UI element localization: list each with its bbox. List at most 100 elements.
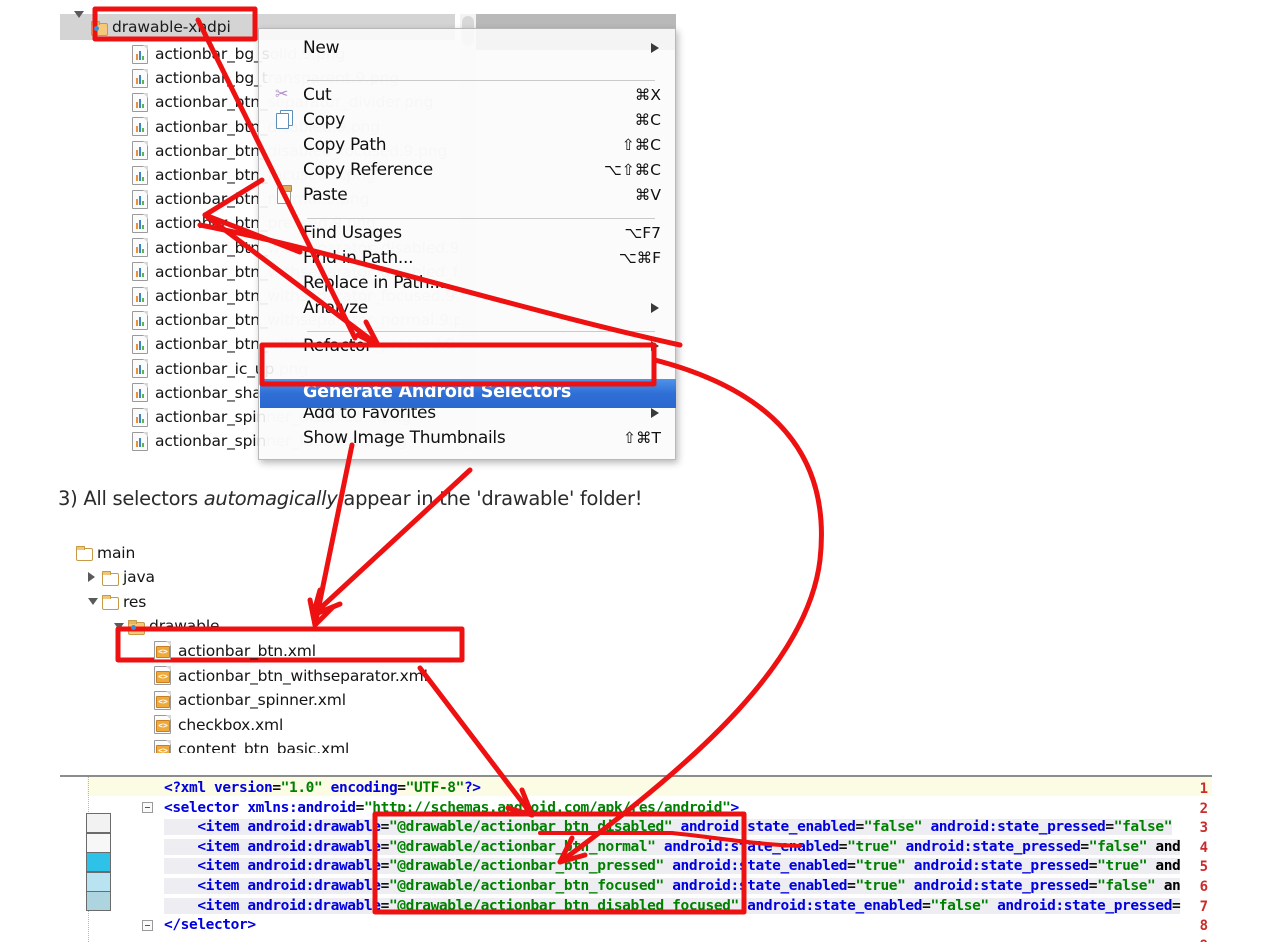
scissors-icon: ✂ <box>275 86 289 103</box>
menu-shortcut: ⌘C <box>634 110 661 129</box>
tree-row-xml-file[interactable]: <> actionbar_spinner.xml <box>140 688 346 713</box>
context-menu[interactable]: New ✂ Cut ⌘X Copy ⌘C Copy Path ⇧⌘C Copy Referenc… <box>258 28 676 460</box>
file-name-visible: actionbar_btn_ <box>155 238 268 257</box>
color-swatch[interactable] <box>86 852 111 873</box>
file-name-visible: actionbar_spin <box>155 432 267 451</box>
caption-emphasis: automagically <box>203 487 338 510</box>
caption-suffix: appear in the 'drawable' folder! <box>337 487 643 510</box>
menu-item-label: Cut <box>303 84 332 105</box>
image-file-icon <box>132 262 148 282</box>
menu-item-replace-in-path[interactable]: Replace in Path... <box>259 270 675 295</box>
file-name-visible: actionbar_btn_ <box>155 335 268 354</box>
menu-item-refactor[interactable]: Refactor <box>259 333 675 358</box>
line-number: 9 <box>1186 938 1208 942</box>
code-line[interactable]: <?xml version="1.0" encoding="UTF-8"?> <box>164 780 481 796</box>
menu-item-find-in-path[interactable]: Find in Path... ⌥⌘F <box>259 245 675 270</box>
paste-icon <box>275 185 294 204</box>
menu-separator <box>307 80 655 81</box>
tree-node-label: java <box>123 568 155 587</box>
menu-shortcut: ⌥⌘F <box>618 248 661 267</box>
menu-item-copy[interactable]: Copy ⌘C <box>259 107 675 132</box>
chevron-down-icon[interactable] <box>74 11 84 36</box>
menu-item-label: Refactor <box>303 335 372 356</box>
file-name-visible: actionbar_btn_ <box>155 214 268 233</box>
tree-row-folder[interactable]: res <box>88 589 146 614</box>
tree-node-label: main <box>97 543 136 562</box>
menu-item-label: Generate Android Selectors <box>303 382 572 402</box>
code-line[interactable]: </selector> <box>164 917 256 933</box>
project-tree-panel: main java res drawable <> actionbar_btn.xml <>… <box>0 528 1220 753</box>
file-name-visible: actionbar_btn_ <box>155 93 268 112</box>
menu-shortcut: ⌥⇧⌘C <box>603 160 661 179</box>
xml-file-icon: <> <box>154 641 171 661</box>
tree-row-xml-file[interactable]: <> actionbar_btn.xml <box>140 638 316 663</box>
code-line[interactable]: <selector xmlns:android="http://schemas.… <box>164 800 739 816</box>
image-file-icon <box>132 165 148 185</box>
file-name-visible: actionbar_ic_up <box>155 359 275 378</box>
chevron-down-icon[interactable] <box>114 622 128 630</box>
image-file-icon <box>132 92 148 112</box>
file-name-visible: actionbar_btn_ <box>155 190 268 209</box>
file-name-visible: actionbar_btn_ <box>155 262 268 281</box>
code-line[interactable]: <item android:drawable="@drawable/action… <box>164 858 1181 875</box>
line-number: 7 <box>1199 898 1208 915</box>
tree-row-xml-file[interactable]: <> content_btn_basic.xml <box>140 737 349 753</box>
menu-shortcut: ⇧⌘C <box>621 135 661 154</box>
menu-separator <box>307 218 655 219</box>
menu-item-copy-path[interactable]: Copy Path ⇧⌘C <box>259 132 675 157</box>
color-swatch[interactable] <box>86 871 111 892</box>
file-name-visible: actionbar_btn_ <box>155 166 268 184</box>
menu-item-label: Show Image Thumbnails <box>303 427 506 448</box>
image-file-icon <box>132 310 148 330</box>
line-number: 1 <box>1199 781 1208 797</box>
code-line[interactable]: <item android:drawable="@drawable/action… <box>164 878 1181 894</box>
chevron-down-icon[interactable] <box>88 598 102 606</box>
menu-item-label: Analyze <box>303 297 368 318</box>
menu-item-paste[interactable]: Paste ⌘V <box>259 182 675 207</box>
code-fold-toggle[interactable] <box>142 802 153 813</box>
chevron-right-icon[interactable] <box>88 572 102 583</box>
code-line[interactable]: <item android:drawable="@drawable/action… <box>164 819 1172 836</box>
tree-row-folder[interactable]: java <box>88 565 155 590</box>
menu-item-show-image-thumbnails[interactable]: Show Image Thumbnails ⇧⌘T <box>259 425 675 450</box>
tree-row-folder[interactable]: main <box>62 540 135 565</box>
color-swatch[interactable] <box>86 891 111 912</box>
menu-item-new[interactable]: New <box>259 35 675 60</box>
tree-row-xml-file[interactable]: <> actionbar_btn_withseparator.xml <box>140 663 428 688</box>
file-name-visible: actionbar_btn_ <box>155 117 268 136</box>
editor-gutter <box>60 777 87 942</box>
xml-file-icon: <> <box>154 715 171 735</box>
color-swatch[interactable] <box>86 832 111 853</box>
tree-node-label: actionbar_spinner.xml <box>178 691 346 710</box>
tree-row-folder[interactable]: drawable <box>114 614 220 639</box>
xml-file-icon: <> <box>154 690 171 710</box>
code-line[interactable]: <item android:drawable="@drawable/action… <box>164 838 1181 855</box>
line-number: 8 <box>1199 918 1208 935</box>
image-file-icon <box>132 238 148 258</box>
line-number: 6 <box>1199 879 1208 895</box>
menu-separator <box>307 331 655 332</box>
menu-item-label: Replace in Path... <box>303 272 445 293</box>
tree-node-label: checkbox.xml <box>178 715 284 734</box>
menu-item-cut[interactable]: ✂ Cut ⌘X <box>259 82 675 107</box>
image-file-icon <box>132 286 148 306</box>
line-number: 5 <box>1199 859 1208 876</box>
code-editor[interactable]: 1 2 3 4 5 6 7 8 9 <?xml version="1.0" encoding="… <box>60 775 1212 942</box>
menu-item-copy-reference[interactable]: Copy Reference ⌥⇧⌘C <box>259 157 675 182</box>
menu-item-find-usages[interactable]: Find Usages ⌥F7 <box>259 220 675 245</box>
image-file-icon <box>132 44 148 64</box>
menu-shortcut: ⌘X <box>634 85 661 104</box>
menu-item-generate-android-selectors[interactable]: Generate Android Selectors <box>260 379 676 408</box>
file-name-visible: actionbar_btn_ <box>155 311 268 330</box>
menu-item-label: Copy <box>303 109 345 130</box>
menu-shortcut: ⌥F7 <box>624 223 661 242</box>
screenshot-root: drawable-xhdpi actionbar_bg_solid.9.pnga… <box>0 0 1288 942</box>
menu-item-analyze[interactable]: Analyze <box>259 295 675 320</box>
color-swatch[interactable] <box>86 813 111 833</box>
code-folding-column[interactable] <box>142 777 164 942</box>
code-line[interactable]: <item android:drawable="@drawable/action… <box>164 897 1181 914</box>
image-file-icon <box>132 189 148 209</box>
tree-row-xml-file[interactable]: <> checkbox.xml <box>140 712 283 737</box>
code-fold-toggle[interactable] <box>142 920 153 931</box>
image-file-icon <box>132 213 148 233</box>
